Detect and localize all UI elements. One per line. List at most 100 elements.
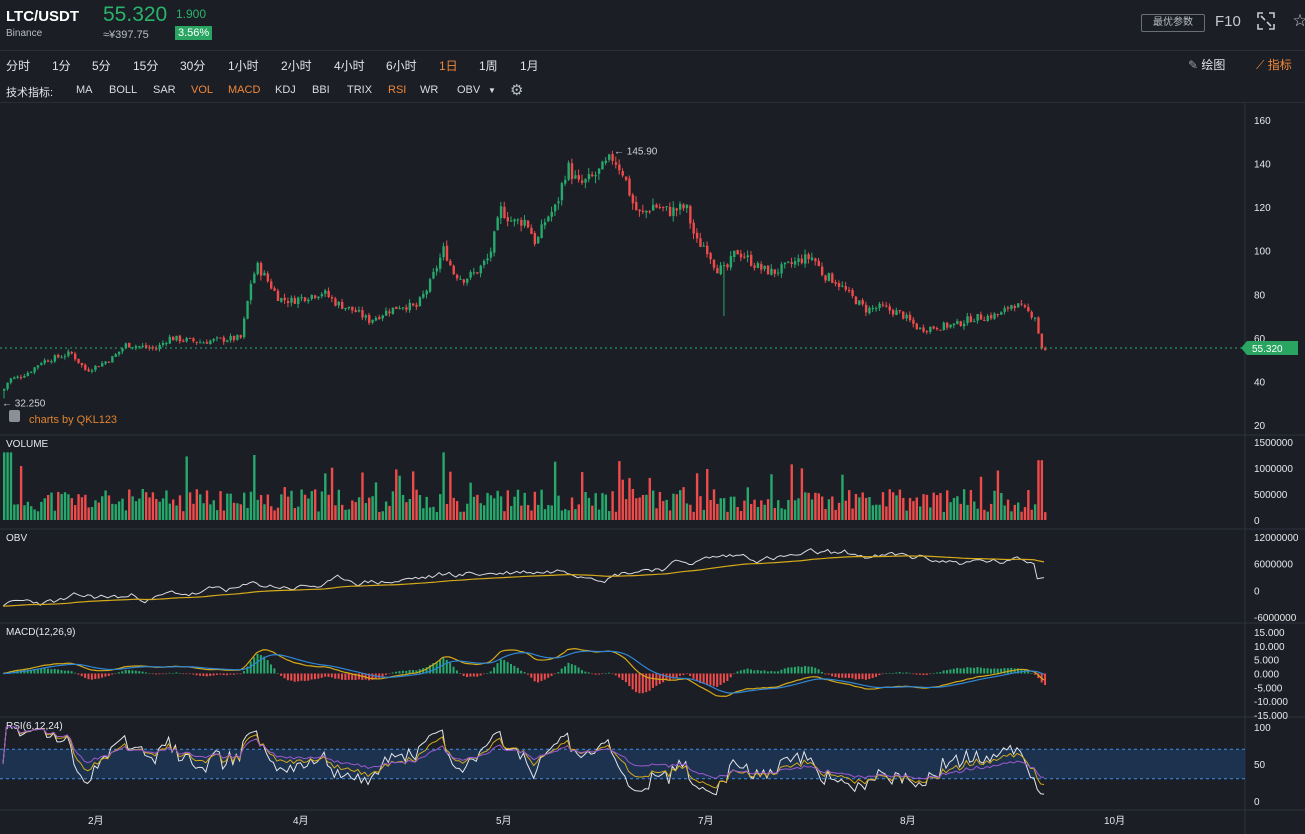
timeframe-7[interactable]: 4小时	[334, 57, 365, 74]
gear-icon[interactable]: ⚙	[510, 81, 523, 99]
timeframe-2[interactable]: 5分	[92, 57, 111, 74]
indicator-kdj[interactable]: KDJ	[275, 84, 296, 96]
indicator-ma[interactable]: MA	[76, 84, 93, 96]
candle-body	[341, 301, 344, 309]
timeframe-10[interactable]: 1周	[479, 57, 498, 74]
candle-body	[976, 314, 979, 321]
indicator-rsi[interactable]: RSI	[388, 84, 406, 96]
volume-bar	[188, 492, 192, 520]
timeframe-1[interactable]: 1分	[52, 57, 71, 74]
f10-button[interactable]: F10	[1215, 13, 1241, 30]
macd-histogram-bar	[124, 669, 127, 674]
indicator-trix[interactable]: TRIX	[347, 84, 372, 96]
macd-histogram-bar	[276, 673, 279, 674]
candle-body	[354, 310, 357, 313]
candle-body	[168, 336, 172, 344]
macd-histogram-bar	[651, 673, 654, 688]
volume-bar	[651, 490, 655, 520]
candle-body	[67, 351, 70, 356]
volume-bar	[1006, 499, 1010, 520]
candle-body	[107, 361, 111, 363]
macd-histogram-bar	[753, 670, 756, 674]
candle-body	[510, 220, 513, 222]
volume-bar	[753, 499, 756, 520]
candle-body	[57, 354, 60, 358]
macd-histogram-bar	[479, 673, 482, 676]
draw-tool-button[interactable]: ✎ 绘图	[1188, 56, 1225, 73]
macd-histogram-bar	[462, 673, 465, 676]
volume-bar	[834, 509, 837, 520]
candle-body	[239, 335, 242, 338]
timeframe-3[interactable]: 15分	[133, 57, 158, 74]
macd-histogram-bar	[398, 671, 401, 674]
candle-body	[442, 246, 445, 258]
timeframe-0[interactable]: 分时	[6, 57, 30, 74]
macd-histogram-bar	[989, 668, 992, 674]
candle-body	[499, 206, 503, 219]
candle-body	[655, 204, 658, 208]
macd-histogram-bar	[973, 667, 976, 674]
macd-histogram-bar	[540, 673, 543, 681]
timeframe-6[interactable]: 2小时	[281, 57, 312, 74]
timeframe-11[interactable]: 1月	[520, 57, 539, 74]
chart-area[interactable]: 1601401201008060402055.320← 145.90← 32.2…	[0, 103, 1305, 834]
indicator-boll[interactable]: BOLL	[109, 84, 137, 96]
macd-histogram-bar	[67, 670, 70, 674]
indicator-wr[interactable]: WR	[420, 84, 438, 96]
price-axis-tick: 140	[1254, 160, 1271, 171]
volume-bar	[675, 494, 679, 520]
macd-histogram-bar	[232, 673, 235, 675]
timeframe-5[interactable]: 1小时	[228, 57, 259, 74]
macd-histogram-bar	[283, 673, 286, 679]
macd-histogram-bar	[293, 673, 296, 682]
indicator-macd[interactable]: MACD	[228, 84, 260, 96]
candle-body	[415, 304, 418, 307]
indicator-sar[interactable]: SAR	[153, 84, 176, 96]
volume-bar	[787, 499, 790, 520]
macd-axis-tick: -5.000	[1254, 683, 1283, 694]
macd-histogram-bar	[516, 667, 519, 674]
macd-histogram-bar	[1030, 673, 1033, 674]
rsi-axis-tick: 0	[1254, 797, 1260, 808]
volume-bar	[388, 505, 391, 520]
chevron-down-icon[interactable]: ▼	[488, 86, 496, 95]
macd-axis-tick: -15.000	[1254, 711, 1288, 722]
volume-bar	[956, 496, 959, 520]
candle-body	[482, 260, 486, 265]
macd-histogram-bar	[459, 673, 462, 674]
macd-histogram-bar	[709, 673, 712, 686]
fullscreen-icon[interactable]	[1256, 11, 1276, 31]
timeframe-9[interactable]: 1日	[439, 57, 458, 74]
candle-body	[46, 360, 50, 362]
indicator-obv[interactable]: OBV	[457, 84, 480, 96]
indicator-bbi[interactable]: BBI	[312, 84, 330, 96]
candle-body	[1010, 305, 1013, 310]
star-icon[interactable]: ☆	[1290, 11, 1305, 31]
symbol-title[interactable]: LTC/USDT	[6, 8, 79, 25]
timeframe-8[interactable]: 6小时	[386, 57, 417, 74]
macd-histogram-bar	[979, 667, 982, 674]
candle-body	[817, 260, 820, 267]
indicator-vol[interactable]: VOL	[191, 84, 213, 96]
volume-bar	[891, 492, 895, 520]
candle-body	[631, 194, 635, 204]
candle-body	[905, 314, 908, 319]
macd-histogram-bar	[942, 670, 945, 674]
candle-body	[591, 174, 594, 177]
macd-histogram-bar	[161, 673, 164, 675]
volume-bar	[469, 482, 472, 520]
timeframe-4[interactable]: 30分	[180, 57, 205, 74]
volume-bar	[766, 499, 770, 520]
indicator-tool-button[interactable]: ⟋ 指标	[1256, 56, 1292, 73]
macd-histogram-bar	[405, 670, 408, 674]
candle-body	[428, 279, 432, 292]
macd-histogram-bar	[912, 673, 915, 675]
volume-bar	[624, 499, 628, 520]
macd-histogram-bar	[871, 673, 874, 678]
best-params-button[interactable]: 最优参数	[1141, 14, 1205, 32]
candle-body	[462, 279, 466, 283]
volume-bar	[266, 494, 270, 520]
candle-body	[716, 268, 719, 274]
rsi-axis-tick: 50	[1254, 760, 1266, 771]
volume-bar	[567, 510, 570, 520]
